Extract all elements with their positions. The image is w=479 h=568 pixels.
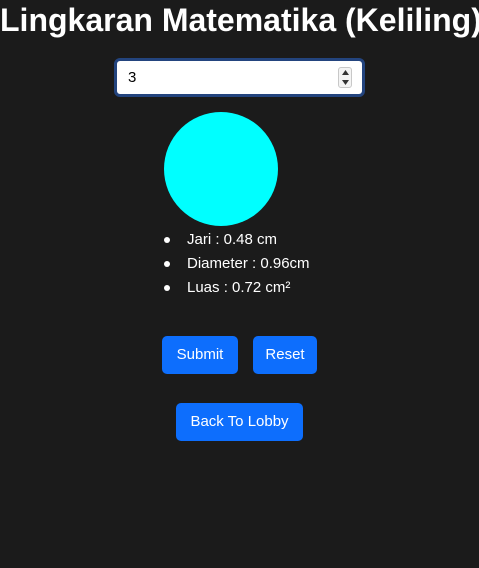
chevron-up-icon[interactable] — [339, 68, 351, 77]
result-item-jari: Jari : 0.48 cm — [160, 228, 310, 252]
number-spinner[interactable] — [338, 67, 352, 88]
chevron-down-icon[interactable] — [339, 78, 351, 87]
page: Lingkaran Matematika (Keliling) Jari : 0… — [0, 0, 479, 568]
back-to-lobby-button[interactable]: Back To Lobby — [176, 403, 303, 441]
bullet-icon — [164, 261, 170, 267]
result-text: Luas : 0.72 cm² — [187, 279, 291, 296]
result-text: Jari : 0.48 cm — [187, 231, 278, 248]
bullet-icon — [164, 285, 170, 291]
radius-number-input[interactable] — [117, 61, 337, 94]
reset-button[interactable]: Reset — [253, 336, 317, 374]
circle-shape — [164, 112, 278, 226]
result-text: Diameter : 0.96cm — [187, 255, 310, 272]
result-item-luas: Luas : 0.72 cm² — [160, 276, 310, 300]
bullet-icon — [164, 237, 170, 243]
submit-button[interactable]: Submit — [162, 336, 238, 374]
result-list: Jari : 0.48 cm Diameter : 0.96cm Luas : … — [160, 228, 310, 300]
number-input-wrapper — [114, 58, 365, 97]
result-item-diameter: Diameter : 0.96cm — [160, 252, 310, 276]
page-title: Lingkaran Matematika (Keliling) — [0, 2, 479, 38]
